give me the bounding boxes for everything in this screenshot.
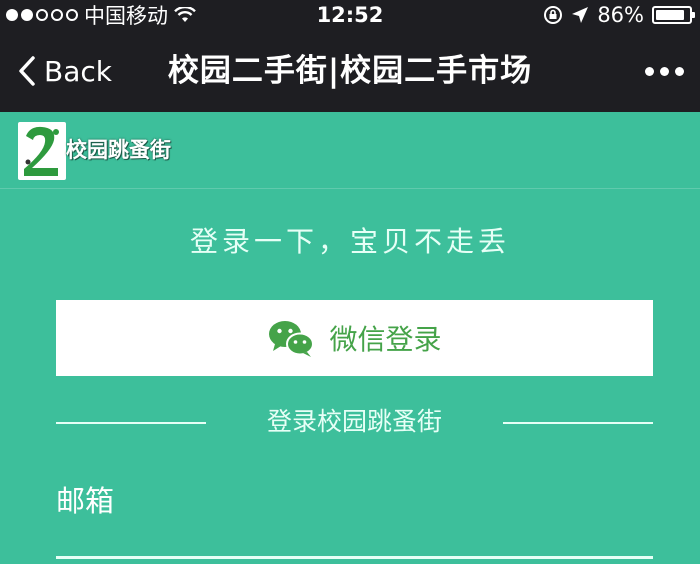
brand-name: 校园跳蚤街	[66, 138, 171, 162]
login-divider: 登录校园跳蚤街	[56, 400, 653, 444]
divider-line-right	[503, 422, 653, 424]
page-title: 校园二手街|校园二手市场	[167, 53, 533, 89]
email-label: 邮箱	[56, 484, 115, 518]
battery-percent: 86%	[597, 3, 644, 27]
more-options-icon[interactable]	[645, 30, 684, 112]
status-bar: 中国移动 12:52 86%	[0, 0, 700, 30]
login-slogan: 登录一下，宝贝不走丢	[189, 225, 510, 258]
navigation-bar: Back 校园二手街|校园二手市场	[0, 30, 700, 112]
status-right: 86%	[543, 0, 695, 30]
wechat-login-button[interactable]: 微信登录	[56, 300, 653, 376]
battery-icon	[652, 6, 695, 24]
brand-logo	[18, 122, 66, 180]
location-arrow-icon	[572, 7, 589, 23]
battery-fill	[656, 10, 684, 20]
wechat-icon	[269, 321, 315, 357]
wechat-login-label: 微信登录	[329, 323, 442, 356]
brand-header: 校园跳蚤街	[0, 112, 700, 189]
email-field[interactable]	[56, 520, 653, 559]
rotation-lock-icon	[544, 6, 563, 24]
